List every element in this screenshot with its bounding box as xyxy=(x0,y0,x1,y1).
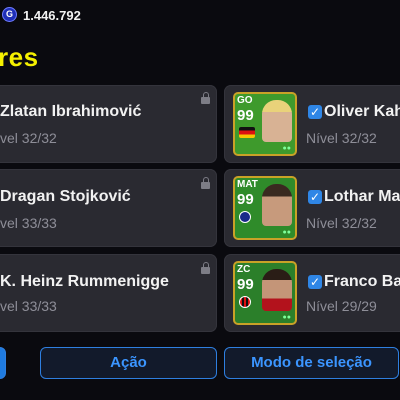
skill-dots-icon: ●● xyxy=(282,145,291,152)
overall-rating: 99 xyxy=(237,191,254,208)
player-card-row-1-right[interactable]: GO 99 ●● ✓ Oliver Kah Nível 32/32 xyxy=(224,85,400,163)
overall-rating: 99 xyxy=(237,107,254,124)
overall-rating: 99 xyxy=(237,276,254,293)
player-level: Nível 32/32 xyxy=(306,130,377,146)
player-level: vel 33/33 xyxy=(0,298,57,314)
inter-badge-icon xyxy=(239,211,251,223)
coin-balance: 1.446.792 xyxy=(23,8,81,23)
player-card-row-2-right[interactable]: MAT 99 ●● ✓ Lothar Ma Nível 32/32 xyxy=(224,169,400,247)
player-name: K. Heinz Rummenigge xyxy=(0,273,169,290)
player-level: vel 32/32 xyxy=(0,130,57,146)
back-button[interactable] xyxy=(0,347,6,379)
player-name: Oliver Kah xyxy=(324,103,400,120)
skill-dots-icon: ●● xyxy=(282,314,291,321)
gp-coin-icon: G xyxy=(2,7,17,22)
checkbox-icon[interactable]: ✓ xyxy=(308,190,322,204)
skill-dots-icon: ●● xyxy=(282,229,291,236)
milan-badge-icon xyxy=(239,296,251,308)
player-level: Nível 32/32 xyxy=(306,215,377,231)
selection-mode-button[interactable]: Modo de seleção xyxy=(224,347,399,379)
player-name: Franco Ba xyxy=(324,273,400,290)
player-level: Nível 29/29 xyxy=(306,298,377,314)
lock-icon xyxy=(201,177,210,190)
player-name: Dragan Stojković xyxy=(0,188,131,205)
player-card-row-3-right[interactable]: ZC 99 ●● ✓ Franco Ba Nível 29/29 xyxy=(224,254,400,332)
checkbox-icon[interactable]: ✓ xyxy=(308,105,322,119)
germany-flag-icon xyxy=(239,127,255,138)
player-card-row-3-left[interactable]: K. Heinz Rummenigge vel 33/33 xyxy=(0,254,217,332)
lock-icon xyxy=(201,92,210,105)
player-photo xyxy=(262,100,292,142)
player-thumbnail: MAT 99 ●● xyxy=(233,176,297,240)
action-button[interactable]: Ação xyxy=(40,347,217,379)
checkbox-icon[interactable]: ✓ xyxy=(308,275,322,289)
player-level: vel 33/33 xyxy=(0,215,57,231)
player-card-row-2-left[interactable]: Dragan Stojković vel 33/33 xyxy=(0,169,217,247)
top-bar: G 1.446.792 xyxy=(0,0,400,32)
player-card-row-1-left[interactable]: Zlatan Ibrahimović vel 32/32 xyxy=(0,85,217,163)
page-title: res xyxy=(0,42,39,72)
position-label: MAT xyxy=(237,179,258,190)
player-thumbnail: ZC 99 ●● xyxy=(233,261,297,325)
position-label: ZC xyxy=(237,264,251,275)
player-photo xyxy=(262,269,292,311)
player-photo xyxy=(262,184,292,226)
lock-icon xyxy=(201,262,210,275)
position-label: GO xyxy=(237,95,253,106)
player-name: Zlatan Ibrahimović xyxy=(0,103,142,120)
player-name: Lothar Ma xyxy=(324,188,400,205)
player-thumbnail: GO 99 ●● xyxy=(233,92,297,156)
